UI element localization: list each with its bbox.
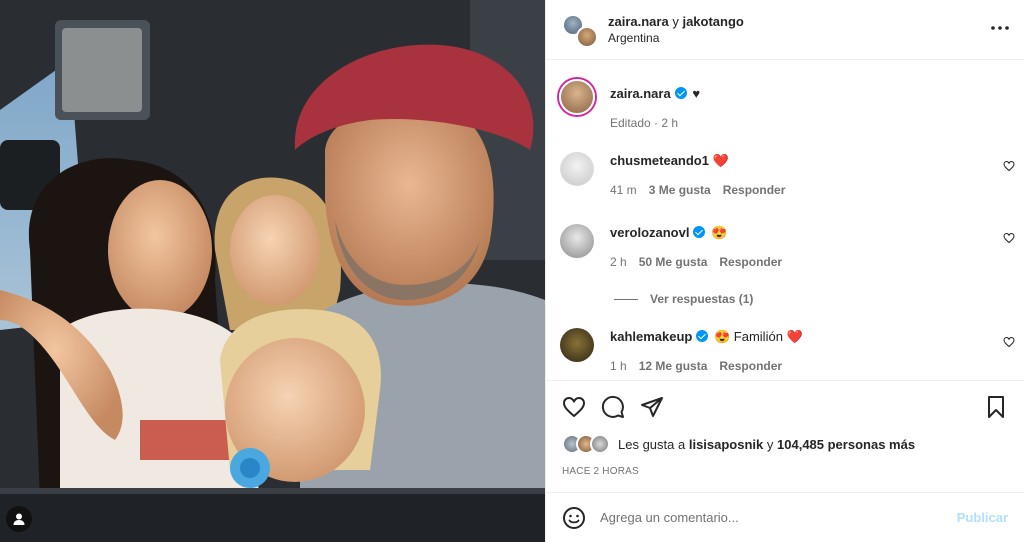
post-timestamp[interactable]: HACE 2 HORAS: [562, 466, 639, 477]
location-link[interactable]: Argentina: [608, 30, 744, 47]
photo-illustration: [0, 0, 545, 542]
comment-item: chusmeteando1 ❤️ 41 m 3 Me gusta Respond…: [546, 150, 1024, 197]
post-authors: zaira.nara y jakotango: [608, 13, 744, 30]
user-tag-icon: [13, 513, 25, 525]
post-header: zaira.nara y jakotango Argentina: [546, 0, 1024, 60]
more-icon: [991, 26, 1009, 30]
comment-username[interactable]: kahlemakeup: [610, 329, 692, 344]
view-replies-label: Ver respuestas (1): [650, 292, 754, 306]
comment-icon[interactable]: [601, 395, 625, 419]
avatar[interactable]: [559, 79, 595, 115]
heart-icon[interactable]: [562, 395, 586, 419]
comment-username[interactable]: chusmeteando1: [610, 153, 709, 168]
comment-username[interactable]: verolozanovl: [610, 225, 689, 240]
likes-prefix: Les gusta a: [618, 436, 686, 452]
post-sidebar: zaira.nara y jakotango Argentina zaira.n…: [545, 0, 1024, 542]
comment-time: 2 h: [610, 255, 627, 269]
comment-input[interactable]: [600, 510, 949, 525]
share-icon[interactable]: [640, 395, 664, 419]
comment-time: 1 h: [610, 359, 627, 373]
heart-icon[interactable]: [1003, 232, 1015, 244]
caption-meta: Editado · 2 h: [610, 116, 679, 130]
bookmark-icon[interactable]: [984, 395, 1008, 419]
caption: zaira.nara ♥ Editado · 2 h: [546, 78, 1024, 130]
publish-button[interactable]: Publicar: [957, 510, 1008, 525]
comment-text: 😍: [711, 225, 728, 240]
likes-summary[interactable]: Les gusta a lisisaposnik y 104,485 perso…: [562, 434, 915, 454]
comment-likes[interactable]: 12 Me gusta: [639, 359, 708, 373]
post-photo[interactable]: [0, 0, 545, 542]
comment-time: 41 m: [610, 183, 637, 197]
avatar[interactable]: [560, 328, 594, 362]
comment-likes[interactable]: 50 Me gusta: [639, 255, 708, 269]
comment-item: verolozanovl 😍 2 h 50 Me gusta Responder: [546, 222, 1024, 269]
avatar: [576, 25, 598, 48]
avatar[interactable]: [560, 224, 594, 258]
comment-likes[interactable]: 3 Me gusta: [649, 183, 711, 197]
likes-joiner: y: [766, 436, 774, 452]
comments-list[interactable]: zaira.nara ♥ Editado · 2 h chusmeteando1…: [546, 61, 1024, 380]
liker-username[interactable]: lisisaposnik: [689, 437, 763, 452]
replies-divider: [614, 298, 638, 300]
author-joiner: y: [672, 13, 679, 29]
likes-count[interactable]: 104,485 personas más: [777, 437, 915, 452]
verified-badge-icon: [693, 226, 706, 238]
view-replies-button[interactable]: Ver respuestas (1): [614, 292, 753, 306]
avatar: [590, 434, 610, 454]
liker-avatars: [562, 434, 612, 454]
author-link[interactable]: jakotango: [682, 14, 743, 29]
reply-button[interactable]: Responder: [719, 255, 782, 269]
comment-text: ♥: [692, 86, 701, 101]
heart-icon[interactable]: [1003, 160, 1015, 172]
verified-badge-icon: [696, 330, 709, 342]
comment-text: ❤️: [712, 153, 729, 168]
heart-icon[interactable]: [1003, 336, 1015, 348]
comment-text: 😍 Familión ❤️: [714, 329, 803, 344]
add-comment-bar: Publicar: [546, 492, 1024, 542]
author-link[interactable]: zaira.nara: [608, 14, 669, 29]
verified-badge-icon: [674, 87, 687, 99]
collab-avatars[interactable]: [562, 13, 598, 48]
more-options-button[interactable]: [990, 18, 1010, 38]
reply-button[interactable]: Responder: [723, 183, 786, 197]
post-actions: Les gusta a lisisaposnik y 104,485 perso…: [546, 380, 1024, 492]
comment-item: kahlemakeup 😍 Familión ❤️ 1 h 12 Me gust…: [546, 326, 1024, 373]
user-tag-button[interactable]: [6, 506, 32, 532]
emoji-icon[interactable]: [562, 506, 586, 530]
avatar[interactable]: [560, 152, 594, 186]
reply-button[interactable]: Responder: [719, 359, 782, 373]
comment-username[interactable]: zaira.nara: [610, 86, 671, 101]
